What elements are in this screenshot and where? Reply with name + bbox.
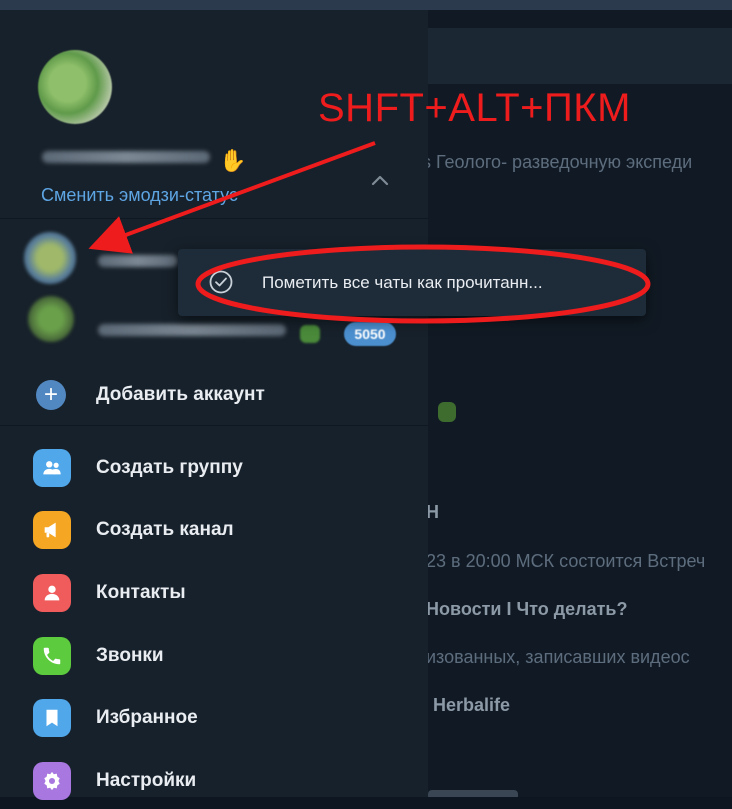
add-account-button[interactable]: + Добавить аккаунт bbox=[0, 367, 428, 423]
account-name-blurred bbox=[42, 151, 210, 163]
chat-snippet: 23 в 20:00 МСК состоится Встреч bbox=[428, 551, 706, 571]
account-name-blurred[interactable] bbox=[98, 324, 286, 336]
phone-icon bbox=[33, 637, 71, 675]
megaphone-icon bbox=[33, 511, 71, 549]
bookmark-icon bbox=[33, 699, 71, 737]
divider bbox=[0, 425, 428, 426]
chat-title: Новости I Что делать? bbox=[428, 599, 628, 619]
menu-item-create-group[interactable]: Создать группу bbox=[0, 440, 428, 496]
menu-item-create-channel[interactable]: Создать канал bbox=[0, 502, 428, 558]
menu-item-settings[interactable]: Настройки bbox=[0, 753, 428, 809]
contact-icon bbox=[33, 574, 71, 612]
group-icon bbox=[33, 449, 71, 487]
menu-item-label: Создать группу bbox=[96, 457, 243, 478]
chat-title: Н bbox=[428, 502, 439, 522]
plus-icon: + bbox=[36, 380, 66, 410]
avatar[interactable] bbox=[38, 50, 112, 124]
account-name-blurred[interactable] bbox=[98, 255, 178, 267]
unread-badge: 5050 bbox=[344, 322, 396, 346]
divider bbox=[0, 218, 428, 219]
menu-item-label: Контакты bbox=[96, 582, 186, 603]
account-avatar[interactable] bbox=[28, 296, 74, 342]
add-account-label: Добавить аккаунт bbox=[96, 384, 265, 405]
chevron-up-icon[interactable] bbox=[368, 168, 392, 192]
context-menu: Пометить все чаты как прочитанн... bbox=[178, 249, 646, 316]
search-bar[interactable] bbox=[428, 28, 732, 84]
window-top-bar bbox=[0, 0, 732, 10]
chat-snippet: s Геолого- разведочную экспеди bbox=[428, 152, 693, 172]
menu-item-label: Создать канал bbox=[96, 519, 234, 540]
change-emoji-status-link[interactable]: Сменить эмодзи-статус bbox=[41, 185, 238, 206]
settings-icon bbox=[33, 762, 71, 800]
chat-snippet: изованных, записавших видеос bbox=[428, 647, 690, 667]
check-circle-icon bbox=[209, 270, 233, 294]
menu-item-calls[interactable]: Звонки bbox=[0, 628, 428, 684]
chat-title: Herbalife bbox=[433, 695, 511, 715]
chat-emoji bbox=[438, 402, 456, 422]
menu-item-label: Настройки bbox=[96, 770, 197, 791]
menu-item-label: Звонки bbox=[96, 645, 164, 666]
menu-item-saved-messages[interactable]: Избранное bbox=[0, 690, 428, 746]
menu-item-contacts[interactable]: Контакты bbox=[0, 565, 428, 621]
account-avatar[interactable] bbox=[24, 232, 76, 284]
chat-snippet-cut bbox=[428, 790, 518, 797]
mark-all-read-menu-item[interactable]: Пометить все чаты как прочитанн... bbox=[262, 273, 543, 293]
menu-item-label: Избранное bbox=[96, 707, 198, 728]
status-emoji-icon bbox=[300, 325, 320, 343]
waving-hand-icon: ✋ bbox=[219, 148, 247, 173]
annotation-shortcut-text: SHFT+ALT+ПКМ bbox=[318, 86, 631, 130]
